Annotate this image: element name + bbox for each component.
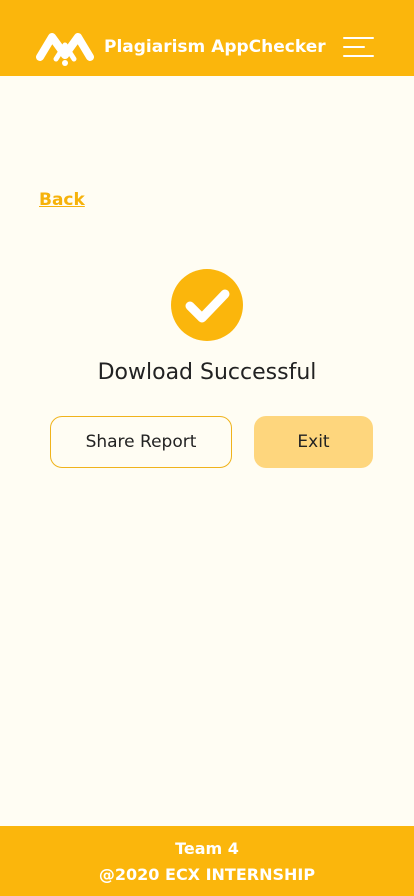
back-link[interactable]: Back [39, 190, 85, 210]
share-report-button[interactable]: Share Report [50, 416, 232, 468]
footer: Team 4 @2020 ECX INTERNSHIP [0, 826, 414, 896]
mm-logo-icon[interactable] [36, 27, 94, 67]
app-title: Plagiarism AppChecker [104, 37, 326, 57]
top-app-bar: Plagiarism AppChecker [0, 0, 414, 76]
status-message: Dowload Successful [97, 360, 317, 385]
check-circle-icon [171, 269, 243, 341]
footer-copyright: @2020 ECX INTERNSHIP [98, 865, 316, 884]
exit-button[interactable]: Exit [254, 416, 373, 468]
exit-label: Exit [297, 432, 330, 452]
footer-team: Team 4 [175, 839, 239, 858]
share-report-label: Share Report [85, 432, 197, 452]
hamburger-menu-icon[interactable] [343, 35, 374, 59]
